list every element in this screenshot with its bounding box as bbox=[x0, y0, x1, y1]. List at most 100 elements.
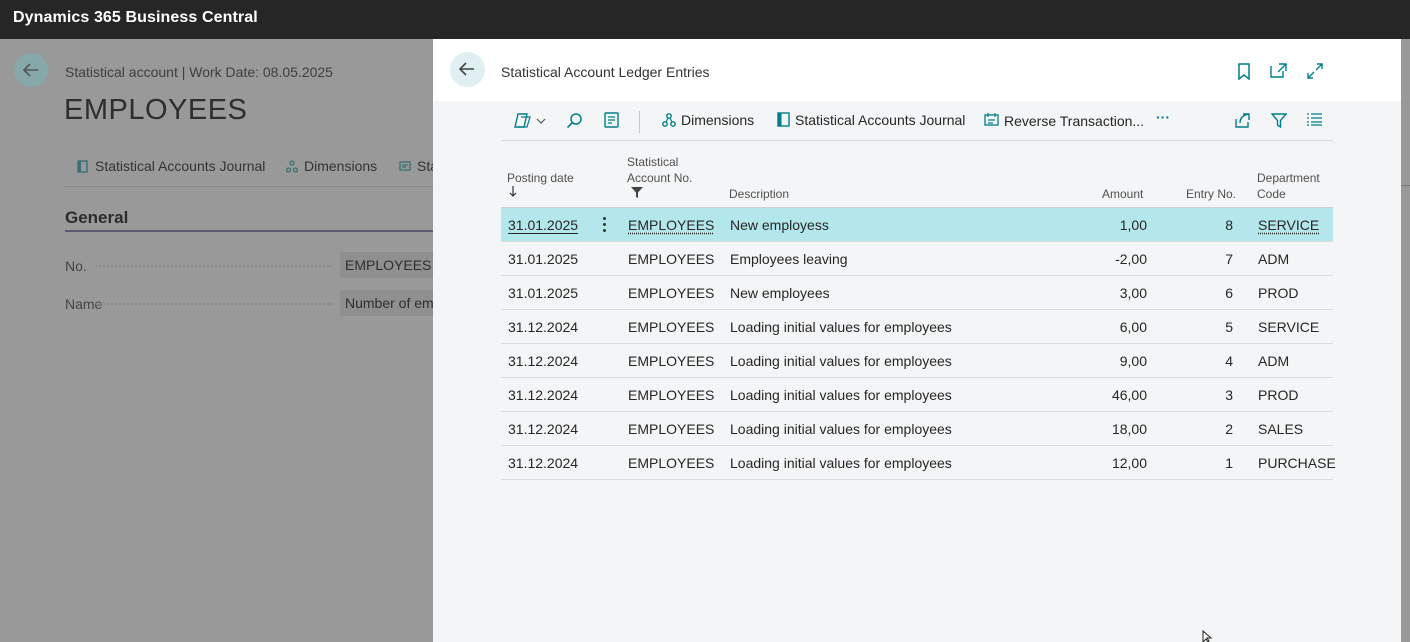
reverse-icon bbox=[399, 161, 411, 171]
mouse-cursor-icon bbox=[1202, 630, 1213, 642]
sort-descending-icon bbox=[509, 185, 517, 201]
account-no-cell[interactable]: EMPLOYEES bbox=[628, 353, 714, 369]
posting-date-cell[interactable]: 31.01.2025 bbox=[508, 217, 578, 233]
table-row[interactable]: 31.01.2025 EMPLOYEES New employees 3,00 6 PRO… bbox=[501, 276, 1333, 310]
section-general-title: General bbox=[65, 208, 129, 227]
amount-cell: -2,00 bbox=[1115, 251, 1147, 267]
field-no-label: No. bbox=[65, 258, 87, 274]
entry-no-cell: 1 bbox=[1225, 455, 1233, 471]
edit-list-icon[interactable] bbox=[604, 112, 619, 128]
app-bar: Dynamics 365 Business Central bbox=[0, 0, 1410, 39]
table-row[interactable]: 31.12.2024 EMPLOYEES Loading initial value… bbox=[501, 344, 1333, 378]
department-code-cell[interactable]: SERVICE bbox=[1258, 217, 1319, 233]
account-no-cell[interactable]: EMPLOYEES bbox=[628, 285, 714, 301]
entry-no-cell: 7 bbox=[1225, 251, 1233, 267]
statistical-accounts-journal-button[interactable]: Statistical Accounts Journal bbox=[777, 112, 965, 128]
expand-icon[interactable] bbox=[1307, 63, 1323, 79]
ledger-entries-panel: Statistical Account Ledger Entries Dimen… bbox=[433, 39, 1401, 642]
bg-journal-action[interactable]: Statistical Accounts Journal bbox=[77, 158, 265, 174]
description-cell: Loading initial values for employees bbox=[730, 387, 952, 403]
column-header-department-line1[interactable]: Department bbox=[1257, 170, 1320, 186]
search-icon[interactable] bbox=[566, 112, 583, 129]
amount-cell: 6,00 bbox=[1119, 319, 1147, 335]
share-icon[interactable] bbox=[1234, 112, 1251, 128]
reverse-transaction-label: Reverse Transaction... bbox=[1004, 113, 1145, 129]
column-header-amount[interactable]: Amount bbox=[1102, 186, 1143, 202]
amount-cell: 46,00 bbox=[1111, 387, 1147, 403]
field-no-leader bbox=[96, 265, 332, 267]
description-cell: Loading initial values for employees bbox=[730, 421, 952, 437]
back-button[interactable] bbox=[450, 52, 485, 87]
background-back-button[interactable] bbox=[14, 53, 48, 87]
amount-cell: 12,00 bbox=[1111, 455, 1147, 471]
description-cell: Employees leaving bbox=[730, 251, 848, 267]
toolbar-separator bbox=[639, 111, 640, 133]
reverse-transaction-button[interactable]: Reverse Transaction... bbox=[984, 112, 1144, 129]
section-underline bbox=[65, 230, 435, 232]
background-divider bbox=[1400, 185, 1410, 186]
column-header-department-line2[interactable]: Code bbox=[1257, 186, 1286, 202]
filter-icon[interactable] bbox=[1271, 112, 1287, 128]
list-view-icon[interactable] bbox=[1307, 112, 1322, 126]
journal-icon bbox=[77, 160, 88, 173]
table-row[interactable]: 31.01.2025 EMPLOYEES Employees leaving -2,0… bbox=[501, 242, 1333, 276]
posting-date-cell[interactable]: 31.12.2024 bbox=[508, 319, 578, 335]
bg-dimensions-label: Dimensions bbox=[304, 158, 378, 174]
amount-cell: 18,00 bbox=[1111, 421, 1147, 437]
dimensions-label: Dimensions bbox=[681, 112, 755, 128]
department-code-cell[interactable]: PURCHASE bbox=[1258, 455, 1336, 471]
bg-dimensions-action[interactable]: Dimensions bbox=[286, 158, 377, 174]
department-code-cell[interactable]: ADM bbox=[1258, 353, 1289, 369]
posting-date-cell[interactable]: 31.12.2024 bbox=[508, 387, 578, 403]
bg-journal-label: Statistical Accounts Journal bbox=[95, 158, 266, 174]
row-actions-menu-icon[interactable] bbox=[602, 217, 608, 233]
table-row[interactable]: 31.12.2024 EMPLOYEES Loading initial value… bbox=[501, 446, 1336, 480]
table-row[interactable]: 31.12.2024 EMPLOYEES Loading initial value… bbox=[501, 310, 1333, 344]
table-row[interactable]: 31.12.2024 EMPLOYEES Loading initial value… bbox=[501, 412, 1333, 446]
account-no-cell[interactable]: EMPLOYEES bbox=[628, 251, 714, 267]
dimensions-icon bbox=[662, 113, 676, 127]
department-code-cell[interactable]: PROD bbox=[1258, 285, 1298, 301]
background-action-bar: Statistical Accounts Journal Dimensions … bbox=[65, 147, 445, 187]
department-code-cell[interactable]: ADM bbox=[1258, 251, 1289, 267]
account-no-cell[interactable]: EMPLOYEES bbox=[628, 387, 714, 403]
table-row[interactable]: 31.01.2025 EMPLOYEES New employess 1,00 8 SER… bbox=[501, 208, 1333, 242]
account-no-cell[interactable]: EMPLOYEES bbox=[628, 217, 714, 233]
column-header-entry-no[interactable]: Entry No. bbox=[1186, 186, 1236, 202]
panel-title: Statistical Account Ledger Entries bbox=[501, 64, 710, 80]
entry-no-cell: 6 bbox=[1225, 285, 1233, 301]
department-code-cell[interactable]: SALES bbox=[1258, 421, 1303, 437]
app-title: Dynamics 365 Business Central bbox=[13, 9, 258, 26]
entry-no-cell: 2 bbox=[1225, 421, 1233, 437]
copilot-icon[interactable] bbox=[513, 112, 547, 129]
account-no-cell[interactable]: EMPLOYEES bbox=[628, 319, 714, 335]
column-filter-icon bbox=[631, 186, 643, 202]
table-header: Posting date Statistical Account No. Des… bbox=[501, 145, 1333, 208]
posting-date-cell[interactable]: 31.01.2025 bbox=[508, 251, 578, 267]
department-code-cell[interactable]: SERVICE bbox=[1258, 319, 1319, 335]
open-new-window-icon[interactable] bbox=[1270, 63, 1287, 78]
department-code-cell[interactable]: PROD bbox=[1258, 387, 1298, 403]
description-cell: Loading initial values for employees bbox=[730, 353, 952, 369]
more-options-button[interactable]: ··· bbox=[1156, 109, 1170, 125]
column-header-account-no-line1[interactable]: Statistical bbox=[627, 154, 678, 170]
field-no-value[interactable]: EMPLOYEES bbox=[340, 252, 440, 278]
entry-no-cell: 3 bbox=[1225, 387, 1233, 403]
table-row[interactable]: 31.12.2024 EMPLOYEES Loading initial value… bbox=[501, 378, 1333, 412]
column-header-description[interactable]: Description bbox=[729, 186, 789, 202]
journal-icon bbox=[777, 112, 790, 127]
column-header-account-no-line2[interactable]: Account No. bbox=[627, 170, 692, 186]
bookmark-icon[interactable] bbox=[1237, 63, 1251, 80]
posting-date-cell[interactable]: 31.12.2024 bbox=[508, 421, 578, 437]
dimensions-button[interactable]: Dimensions bbox=[662, 112, 754, 128]
panel-header: Statistical Account Ledger Entries bbox=[433, 39, 1401, 101]
field-name-value[interactable]: Number of em bbox=[340, 290, 440, 316]
account-no-cell[interactable]: EMPLOYEES bbox=[628, 421, 714, 437]
posting-date-cell[interactable]: 31.12.2024 bbox=[508, 353, 578, 369]
column-header-posting-date[interactable]: Posting date bbox=[507, 170, 574, 186]
field-name-leader bbox=[96, 303, 332, 305]
posting-date-cell[interactable]: 31.12.2024 bbox=[508, 455, 578, 471]
account-no-cell[interactable]: EMPLOYEES bbox=[628, 455, 714, 471]
page-title: EMPLOYEES bbox=[64, 94, 248, 126]
posting-date-cell[interactable]: 31.01.2025 bbox=[508, 285, 578, 301]
